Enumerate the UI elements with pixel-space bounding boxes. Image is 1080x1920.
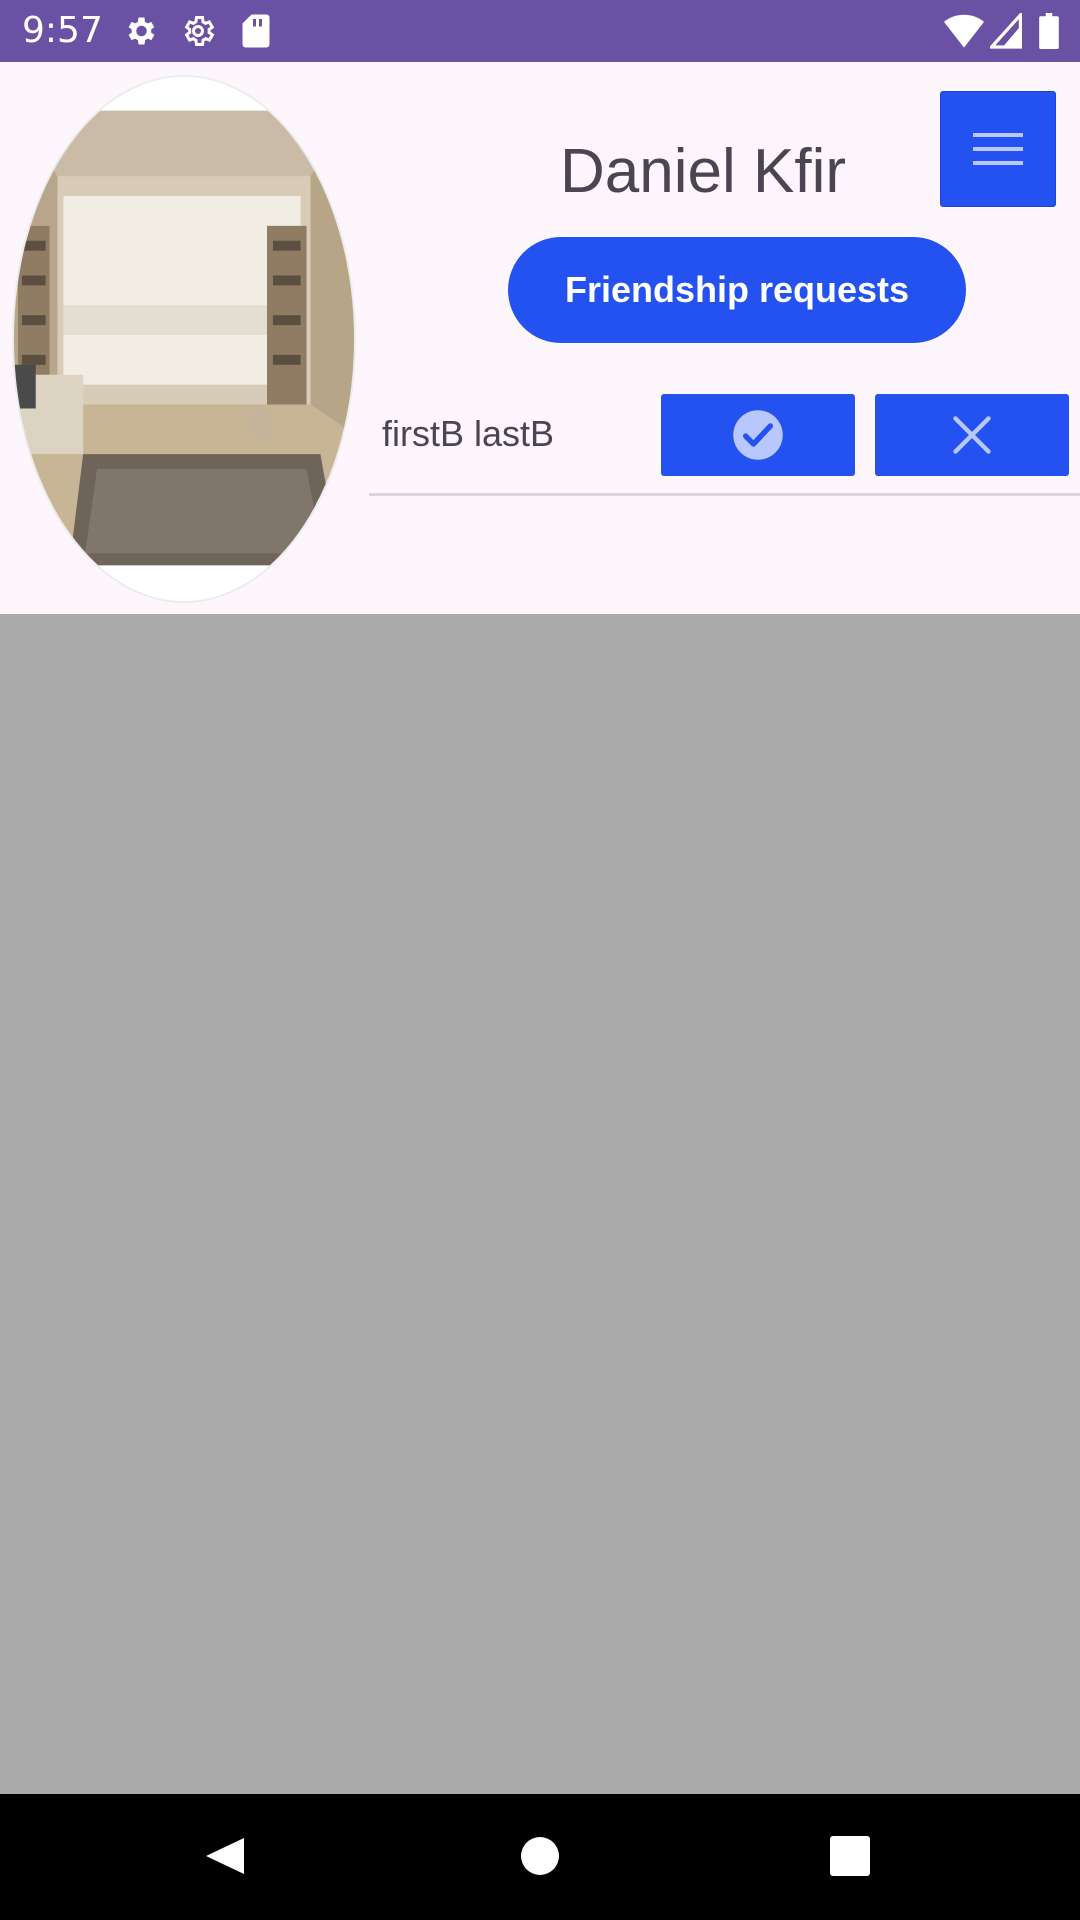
recents-button[interactable] xyxy=(826,1824,874,1888)
sd-card-icon xyxy=(240,13,272,49)
hamburger-menu-icon xyxy=(973,133,1023,165)
settings-outline-icon xyxy=(180,13,216,49)
navigation-bar xyxy=(0,1794,1080,1920)
accept-request-button[interactable] xyxy=(661,394,855,476)
avatar[interactable] xyxy=(12,75,356,603)
living-room-photo xyxy=(14,77,354,601)
back-button[interactable] xyxy=(200,1824,248,1888)
home-icon xyxy=(521,1837,559,1875)
friend-request-row: firstB lastB xyxy=(369,392,1080,496)
settings-icon xyxy=(122,13,158,49)
signal-icon xyxy=(990,13,1022,49)
home-button[interactable] xyxy=(516,1824,564,1888)
content-area xyxy=(0,614,1080,1794)
status-time: 9:57 xyxy=(22,10,103,51)
check-circle-icon xyxy=(733,410,783,460)
menu-button[interactable] xyxy=(940,91,1056,207)
profile-name: Daniel Kfir xyxy=(560,137,846,206)
request-name: firstB lastB xyxy=(382,413,555,454)
close-icon xyxy=(953,416,991,454)
recents-icon xyxy=(830,1836,870,1876)
battery-icon xyxy=(1038,13,1060,49)
friendship-requests-button[interactable]: Friendship requests xyxy=(508,237,966,343)
profile-header: Daniel Kfir Friendship requests firstB l… xyxy=(0,62,1080,614)
wifi-icon xyxy=(944,13,984,49)
status-bar: 9:57 xyxy=(0,0,1080,62)
back-icon xyxy=(206,1838,244,1874)
reject-request-button[interactable] xyxy=(875,394,1069,476)
